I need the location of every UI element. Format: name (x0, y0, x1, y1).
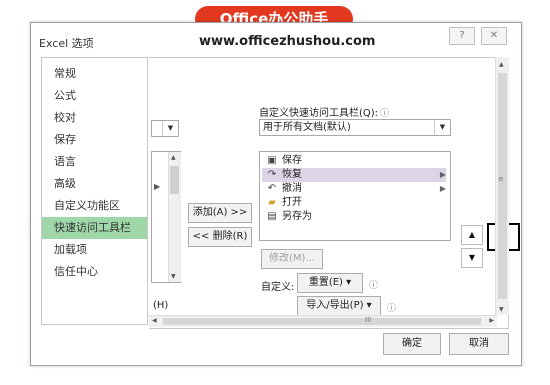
grip-icon: ≡ (498, 175, 504, 183)
list-item-redo[interactable]: ↷ 恢复 ▶ (262, 168, 446, 182)
sidebar-item-save[interactable]: 保存 (42, 129, 147, 151)
remove-button[interactable]: << 删除(R) (188, 227, 252, 247)
info-icon: ⓘ (369, 281, 379, 291)
list-item-save[interactable]: ▣ 保存 (262, 154, 446, 168)
submenu-caret-icon: ▶ (439, 184, 446, 193)
sidebar-item-proofing[interactable]: 校对 (42, 107, 147, 129)
arrow-down-icon: ▼ (468, 253, 476, 262)
cancel-button[interactable]: 取消 (449, 333, 509, 355)
open-folder-icon: ▰ (268, 197, 276, 208)
title-bar: Excel 选项 www.officezhushou.com ? ✕ (31, 23, 521, 57)
scroll-up-icon[interactable]: ▲ (171, 154, 176, 161)
sidebar-item-formulas[interactable]: 公式 (42, 85, 147, 107)
sidebar-item-general[interactable]: 常规 (42, 63, 147, 85)
info-icon: ⓘ (380, 109, 390, 119)
sidebar-item-trust-center[interactable]: 信任中心 (42, 261, 147, 283)
save-icon: ▣ (267, 155, 277, 166)
partial-label: (H) (153, 300, 169, 311)
scroll-down-icon[interactable]: ▼ (171, 273, 176, 280)
chevron-down-icon: ▼ (162, 121, 178, 136)
horizontal-scrollbar[interactable]: ◀ III ▶ (149, 315, 497, 327)
list-scrollbar[interactable]: ▲ ▼ (168, 152, 181, 282)
qat-commands-list[interactable]: ▣ 保存 ↷ 恢复 ▶ ↶ 撤消 ▶ ▰ 打开 ▤ 另存为 (259, 151, 451, 241)
save-as-icon: ▤ (267, 211, 277, 222)
sidebar-item-customize-ribbon[interactable]: 自定义功能区 (42, 195, 147, 217)
ok-button[interactable]: 确定 (383, 333, 441, 355)
vertical-scrollbar[interactable]: ▲ ≡ ▼ (495, 57, 509, 315)
scroll-right-icon[interactable]: ▶ (489, 317, 494, 324)
scroll-thumb[interactable] (498, 73, 507, 299)
info-icon: ⓘ (387, 304, 397, 314)
help-button[interactable]: ? (449, 27, 475, 45)
watermark-url: www.officezhushou.com (199, 34, 376, 49)
scroll-left-icon[interactable]: ◀ (152, 317, 157, 324)
grip-icon: III (365, 316, 372, 324)
available-commands-list[interactable]: ▶ ▲ ▼ (151, 151, 181, 283)
list-item-open[interactable]: ▰ 打开 (262, 196, 446, 210)
submenu-caret-icon: ▶ (439, 170, 446, 179)
close-button[interactable]: ✕ (481, 27, 507, 45)
sidebar-item-advanced[interactable]: 高级 (42, 173, 147, 195)
submenu-caret-icon: ▶ (154, 182, 161, 191)
choose-commands-combo[interactable]: ▼ (151, 120, 179, 137)
redo-icon: ↷ (267, 169, 277, 180)
modify-button[interactable]: 修改(M)... (261, 249, 323, 269)
scroll-up-icon[interactable]: ▲ (499, 61, 504, 68)
sidebar-item-language[interactable]: 语言 (42, 151, 147, 173)
scroll-down-icon[interactable]: ▼ (499, 306, 504, 313)
import-export-button[interactable]: 导入/导出(P) ▾ (297, 296, 381, 316)
customize-qat-label-text: 自定义快速访问工具栏(Q): (259, 108, 379, 119)
move-down-button[interactable]: ▼ (461, 248, 483, 268)
qat-scope-select[interactable]: 用于所有文档(默认) ▼ (259, 119, 451, 136)
excel-options-dialog: Excel 选项 www.officezhushou.com ? ✕ 常规 公式… (30, 22, 522, 366)
chevron-down-icon: ▼ (434, 120, 450, 135)
arrow-up-icon: ▲ (468, 230, 476, 239)
move-up-button[interactable]: ▲ (461, 225, 483, 245)
add-button[interactable]: 添加(A) >> (188, 203, 252, 223)
qat-scope-value: 用于所有文档(默认) (263, 122, 351, 133)
scroll-thumb[interactable] (163, 318, 481, 325)
sidebar-item-addins[interactable]: 加载项 (42, 239, 147, 261)
sidebar-item-quick-access-toolbar[interactable]: 快速访问工具栏 (42, 217, 147, 239)
reset-button[interactable]: 重置(E) ▾ (297, 273, 363, 293)
customize-qat-label: 自定义快速访问工具栏(Q): ⓘ (259, 104, 389, 119)
list-item-undo[interactable]: ↶ 撤消 ▶ (262, 182, 446, 196)
list-item-save-as[interactable]: ▤ 另存为 (262, 210, 446, 224)
scroll-thumb[interactable] (170, 166, 179, 194)
options-sidebar: 常规 公式 校对 保存 语言 高级 自定义功能区 快速访问工具栏 加载项 信任中… (41, 57, 148, 325)
customize-label: 自定义: (261, 282, 295, 293)
undo-icon: ↶ (267, 183, 277, 194)
dialog-title: Excel 选项 (39, 37, 94, 50)
